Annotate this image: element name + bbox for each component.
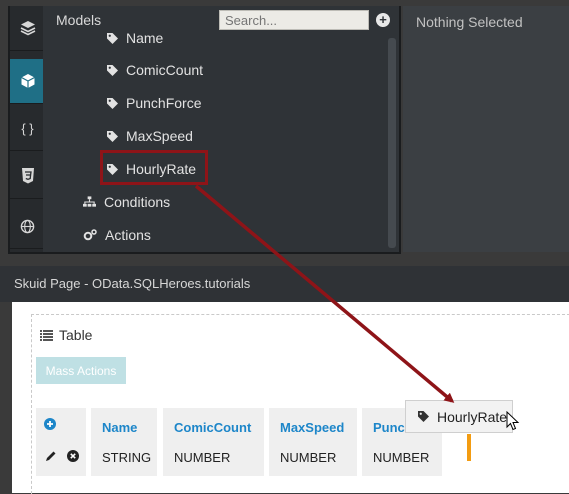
globe-icon[interactable] bbox=[10, 204, 45, 249]
field-item-comiccount[interactable]: ComicCount bbox=[107, 62, 203, 78]
column-header: Name bbox=[102, 420, 138, 435]
conditions-label: Conditions bbox=[104, 194, 171, 210]
field-label: MaxSpeed bbox=[126, 128, 193, 144]
tag-icon bbox=[418, 411, 429, 422]
field-label: PunchForce bbox=[126, 95, 202, 111]
column-maxspeed[interactable]: MaxSpeed NUMBER bbox=[269, 408, 357, 476]
builder-icon-sidebar: { } bbox=[8, 6, 45, 254]
column-header: MaxSpeed bbox=[280, 420, 345, 435]
dragged-field[interactable]: HourlyRate bbox=[405, 400, 513, 433]
column-name[interactable]: Name STRING bbox=[91, 408, 157, 476]
page-title: Skuid Page - OData.SQLHeroes.tutorials bbox=[14, 276, 251, 291]
add-model-icon[interactable]: + bbox=[376, 13, 390, 27]
mouse-cursor-icon bbox=[506, 411, 520, 431]
delete-icon[interactable] bbox=[67, 450, 79, 462]
properties-title: Nothing Selected bbox=[416, 14, 523, 30]
tag-icon bbox=[107, 130, 118, 142]
actions-node[interactable]: Actions bbox=[83, 227, 151, 243]
sitemap-icon bbox=[83, 196, 96, 207]
field-label: ComicCount bbox=[126, 62, 204, 78]
edit-icon[interactable] bbox=[45, 450, 57, 462]
model-search-input[interactable] bbox=[219, 10, 369, 30]
table-header: Table bbox=[40, 327, 92, 343]
braces-glyph: { } bbox=[21, 120, 34, 136]
braces-icon[interactable]: { } bbox=[10, 106, 45, 151]
models-panel: Models + Name ComicCount PunchForce MaxS… bbox=[43, 6, 401, 254]
field-item-maxspeed[interactable]: MaxSpeed bbox=[107, 128, 193, 144]
table-icon bbox=[40, 329, 53, 341]
css-icon[interactable] bbox=[10, 154, 45, 199]
models-scrollbar[interactable] bbox=[388, 38, 396, 248]
field-label: Name bbox=[126, 30, 164, 46]
mass-actions-button[interactable]: Mass Actions bbox=[36, 357, 126, 384]
column-type: NUMBER bbox=[280, 450, 337, 465]
models-title: Models bbox=[56, 12, 102, 28]
actions-label: Actions bbox=[105, 227, 151, 243]
layers-icon[interactable] bbox=[10, 6, 45, 51]
models-header: Models + bbox=[43, 6, 399, 36]
cube-icon[interactable] bbox=[10, 59, 45, 104]
properties-panel: Nothing Selected bbox=[403, 6, 569, 252]
hourlyrate-highlight bbox=[100, 150, 208, 185]
dragged-field-label: HourlyRate bbox=[437, 408, 508, 425]
field-item-name[interactable]: Name bbox=[107, 30, 163, 46]
row-actions-column bbox=[36, 408, 86, 476]
column-header: Punc bbox=[373, 420, 405, 435]
field-item-punchforce[interactable]: PunchForce bbox=[107, 95, 201, 111]
tag-icon bbox=[107, 32, 118, 44]
column-header: ComicCount bbox=[174, 420, 252, 435]
table-title: Table bbox=[59, 327, 93, 343]
drop-indicator bbox=[467, 434, 471, 461]
column-type: NUMBER bbox=[373, 450, 430, 465]
column-type: NUMBER bbox=[174, 450, 231, 465]
page-header: Skuid Page - OData.SQLHeroes.tutorials bbox=[0, 266, 569, 302]
add-row-icon[interactable] bbox=[44, 418, 56, 430]
column-type: STRING bbox=[102, 450, 152, 465]
conditions-node[interactable]: Conditions bbox=[83, 194, 170, 210]
gears-icon bbox=[83, 229, 97, 241]
column-comiccount[interactable]: ComicCount NUMBER bbox=[163, 408, 264, 476]
tag-icon bbox=[107, 97, 118, 109]
tag-icon bbox=[107, 64, 118, 76]
